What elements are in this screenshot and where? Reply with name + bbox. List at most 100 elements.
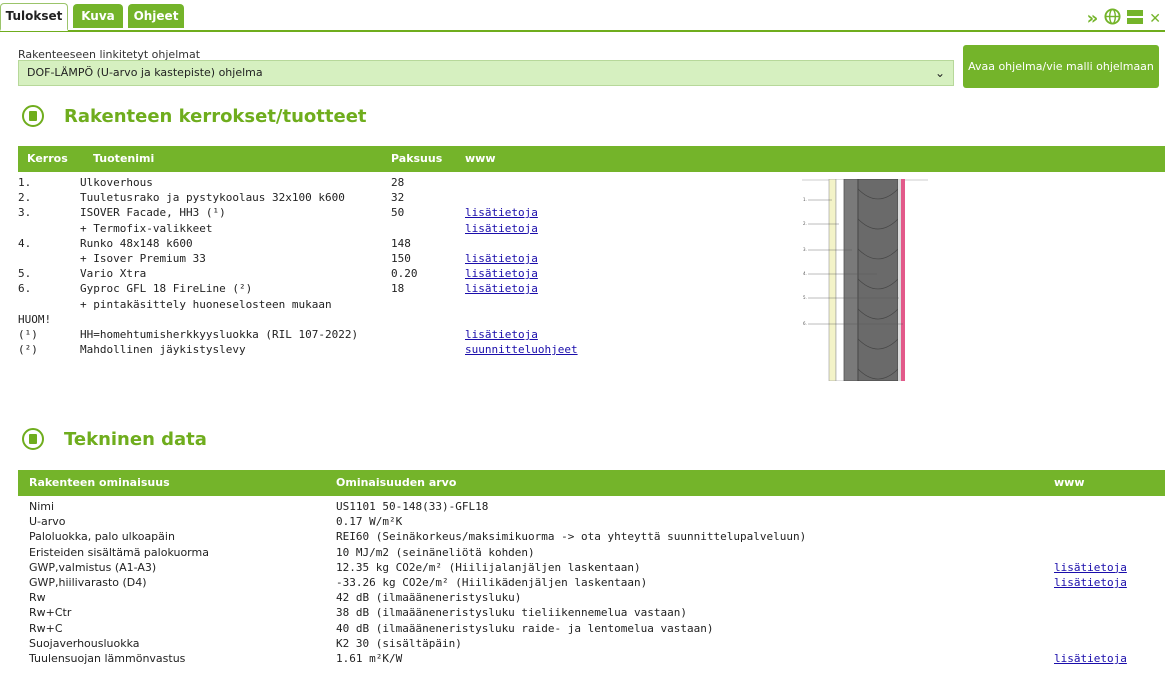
- property-value: 38 dB (ilmaääneneristysluku tieliikennem…: [336, 606, 687, 620]
- property-name: Rw+C: [29, 621, 63, 635]
- layers-table-body: 1. Ulkoverhous 28 2. Tuuletusrako ja pystyko…: [18, 175, 798, 357]
- program-select-value: DOF-LÄMPÖ (U-arvo ja kastepiste) ohjelma: [27, 66, 263, 79]
- property-name: Rw+Ctr: [29, 606, 72, 620]
- info-link[interactable]: lisätietoja: [465, 221, 538, 236]
- table-row: U-arvo 0.17 W/m²K: [18, 514, 1165, 529]
- property-name: Suojaverhousluokka: [29, 636, 140, 650]
- property-name: GWP,valmistus (A1-A3): [29, 560, 157, 574]
- wall-section-diagram: 1. 2. 3. 4. 5. 6.: [802, 179, 928, 381]
- info-link[interactable]: lisätietoja: [465, 266, 538, 281]
- layer-name: Mahdollinen jäykistyslevy: [80, 343, 246, 357]
- table-row: HUOM!: [18, 312, 798, 327]
- table-row: Rw+Ctr 38 dB (ilmaääneneristysluku tielii…: [18, 605, 1165, 620]
- property-name: U-arvo: [29, 515, 66, 529]
- header-paksuus: Paksuus: [391, 152, 443, 165]
- layer-thickness: 148: [391, 236, 411, 250]
- info-link[interactable]: lisätietoja: [1054, 560, 1127, 575]
- svg-text:1.: 1.: [803, 197, 807, 202]
- layer-name: Gyproc GFL 18 FireLine (²): [80, 282, 253, 296]
- property-name: GWP,hiilivarasto (D4): [29, 575, 147, 589]
- layer-name: ISOVER Facade, HH3 (¹): [80, 206, 226, 220]
- tab-ohjeet[interactable]: Ohjeet: [128, 4, 184, 28]
- layer-thickness: 28: [391, 176, 405, 189]
- table-row: Suojaverhousluokka K2 30 (sisältäpäin): [18, 636, 1165, 651]
- table-row: 2. Tuuletusrako ja pystykoolaus 32x100 k6…: [18, 190, 798, 205]
- property-name: Paloluokka, palo ulkoapäin: [29, 530, 175, 544]
- table-row: Rw+C 40 dB (ilmaääneneristysluku raide- j…: [18, 621, 1165, 636]
- property-value: 42 dB (ilmaääneneristysluku): [336, 591, 522, 605]
- header-value: Ominaisuuden arvo: [336, 476, 457, 489]
- info-link[interactable]: suunnitteluohjeet: [465, 342, 578, 357]
- layer-name: Runko 48x148 k600: [80, 236, 193, 250]
- svg-text:4.: 4.: [803, 271, 807, 276]
- tech-data-title: Tekninen data: [64, 429, 207, 450]
- layer-name: + Termofix-valikkeet: [80, 221, 213, 235]
- property-value: K2 30 (sisältäpäin): [336, 636, 462, 650]
- header-kerros: Kerros: [27, 152, 68, 165]
- open-program-button[interactable]: Avaa ohjelma/vie malli ohjelmaan: [963, 45, 1159, 88]
- layer-thickness: 0.20: [391, 267, 418, 281]
- tech-table-header: Rakenteen ominaisuus Ominaisuuden arvo w…: [18, 470, 1165, 496]
- tech-table-body: Nimi US1101 50-148(33)-GFL18 U-arvo 0.17 W/…: [18, 499, 1165, 666]
- program-select[interactable]: DOF-LÄMPÖ (U-arvo ja kastepiste) ohjelma…: [18, 60, 954, 86]
- table-row: Tuulensuojan lämmönvastus 1.61 m²K/W lisät…: [18, 651, 1165, 666]
- layer-number: 1.: [18, 176, 32, 189]
- header-www: www: [465, 152, 496, 165]
- layer-name: Vario Xtra: [80, 267, 147, 281]
- info-link[interactable]: lisätietoja: [1054, 651, 1127, 666]
- svg-text:6.: 6.: [803, 321, 807, 326]
- layer-number: (²): [18, 343, 38, 357]
- table-row: 6. Gyproc GFL 18 FireLine (²) 18 lisätietoj…: [18, 281, 798, 296]
- info-link[interactable]: lisätietoja: [465, 205, 538, 220]
- layer-number: 2.: [18, 191, 32, 205]
- property-value: 1.61 m²K/W: [336, 651, 403, 665]
- property-value: US1101 50-148(33)-GFL18: [336, 500, 489, 513]
- info-link[interactable]: lisätietoja: [1054, 575, 1127, 590]
- layer-thickness: 18: [391, 282, 405, 296]
- table-row: (¹) HH=homehtumisherkkyysluokka (RIL 107-…: [18, 327, 798, 342]
- tab-tulokset[interactable]: Tulokset: [0, 3, 68, 31]
- tab-bar: Tulokset Kuva Ohjeet » ✕: [0, 0, 1165, 32]
- layers-table-header: Kerros Tuotenimi Paksuus www: [18, 146, 1165, 172]
- table-row: GWP,valmistus (A1-A3) 12.35 kg CO2e/m² (H…: [18, 560, 1165, 575]
- property-value: 12.35 kg CO2e/m² (Hiilijalanjäljen laske…: [336, 560, 641, 574]
- property-value: -33.26 kg CO2e/m² (Hiilikädenjäljen lask…: [336, 575, 648, 589]
- chevron-down-icon: ⌄: [934, 66, 945, 80]
- property-name: Eristeiden sisältämä palokuorma: [29, 545, 209, 559]
- table-row: 1. Ulkoverhous 28: [18, 175, 798, 190]
- table-row: (²) Mahdollinen jäykistyslevy suunnitteluo…: [18, 342, 798, 357]
- layer-number: 3.: [18, 206, 32, 220]
- layer-thickness: 150: [391, 251, 411, 265]
- tab-kuva[interactable]: Kuva: [73, 4, 123, 28]
- table-row: GWP,hiilivarasto (D4) -33.26 kg CO2e/m² (…: [18, 575, 1165, 590]
- table-row: Rw 42 dB (ilmaääneneristysluku): [18, 590, 1165, 605]
- layer-number: 6.: [18, 282, 32, 296]
- table-row: Paloluokka, palo ulkoapäin REI60 (Seinäko…: [18, 529, 1165, 544]
- svg-text:5.: 5.: [803, 295, 807, 300]
- close-icon[interactable]: ✕: [1149, 10, 1161, 28]
- property-value: 40 dB (ilmaääneneristysluku raide- ja le…: [336, 621, 714, 635]
- table-row: Eristeiden sisältämä palokuorma 10 MJ/m2 …: [18, 545, 1165, 560]
- svg-text:3.: 3.: [803, 247, 807, 252]
- info-link[interactable]: lisätietoja: [465, 251, 538, 266]
- layers-icon: [22, 105, 44, 127]
- menu-icon[interactable]: [1127, 9, 1144, 28]
- info-link[interactable]: lisätietoja: [465, 327, 538, 342]
- toolbar-icons: » ✕: [1087, 8, 1161, 29]
- layer-thickness: 32: [391, 191, 405, 205]
- layer-name: HH=homehtumisherkkyysluokka (RIL 107-202…: [80, 327, 359, 341]
- layer-name: + Isover Premium 33: [80, 251, 206, 265]
- header-property: Rakenteen ominaisuus: [29, 476, 170, 489]
- table-row: 5. Vario Xtra 0.20 lisätietoja: [18, 266, 798, 281]
- layers-title: Rakenteen kerrokset/tuotteet: [64, 106, 367, 127]
- globe-icon[interactable]: [1104, 8, 1121, 29]
- double-chevron-right-icon[interactable]: »: [1087, 9, 1099, 28]
- table-row: 4. Runko 48x148 k600 148: [18, 236, 798, 251]
- table-row: + Termofix-valikkeet lisätietoja: [18, 221, 798, 236]
- info-link[interactable]: lisätietoja: [465, 281, 538, 296]
- property-value: 0.17 W/m²K: [336, 515, 403, 529]
- property-name: Nimi: [29, 500, 55, 513]
- layer-number: (¹): [18, 327, 38, 341]
- layer-thickness: 50: [391, 206, 405, 220]
- table-row: + Isover Premium 33 150 lisätietoja: [18, 251, 798, 266]
